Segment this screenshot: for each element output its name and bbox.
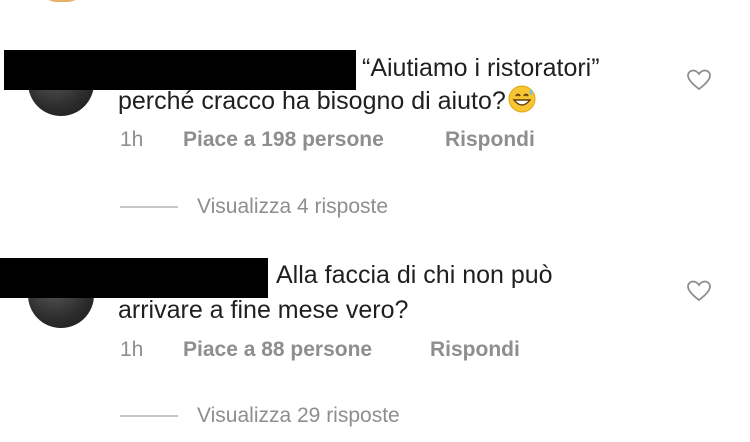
- redacted-username: [0, 258, 268, 298]
- grinning-sweat-emoji-icon: [508, 85, 536, 121]
- comment-text-line-2: perché cracco ha bisogno di aiuto?: [118, 85, 536, 121]
- comment-time: 1h: [120, 128, 144, 151]
- comment-text-line-1: “Aiutiamo i ristoratori”: [362, 54, 600, 82]
- view-replies-link[interactable]: Visualizza 4 risposte: [197, 195, 388, 219]
- redacted-username: [4, 50, 356, 90]
- likes-count-link[interactable]: Piace a 198 persone: [183, 128, 384, 152]
- likes-count-link[interactable]: Piace a 88 persone: [183, 338, 372, 362]
- like-heart-icon[interactable]: [686, 279, 712, 303]
- comment-text-line-1: Alla faccia di chi non può: [276, 261, 553, 289]
- like-heart-icon[interactable]: [686, 68, 712, 92]
- reply-button[interactable]: Rispondi: [445, 128, 535, 152]
- reply-button[interactable]: Rispondi: [430, 338, 520, 362]
- comment-text-line-2: arrivare a fine mese vero?: [118, 296, 409, 324]
- replies-divider: [120, 206, 178, 208]
- comment-time: 1h: [120, 338, 144, 361]
- replies-divider: [120, 415, 178, 417]
- comment-text-line-2-body: perché cracco ha bisogno di aiuto?: [118, 87, 506, 115]
- view-replies-link[interactable]: Visualizza 29 risposte: [197, 404, 400, 428]
- avatar-partial: [42, 0, 82, 2]
